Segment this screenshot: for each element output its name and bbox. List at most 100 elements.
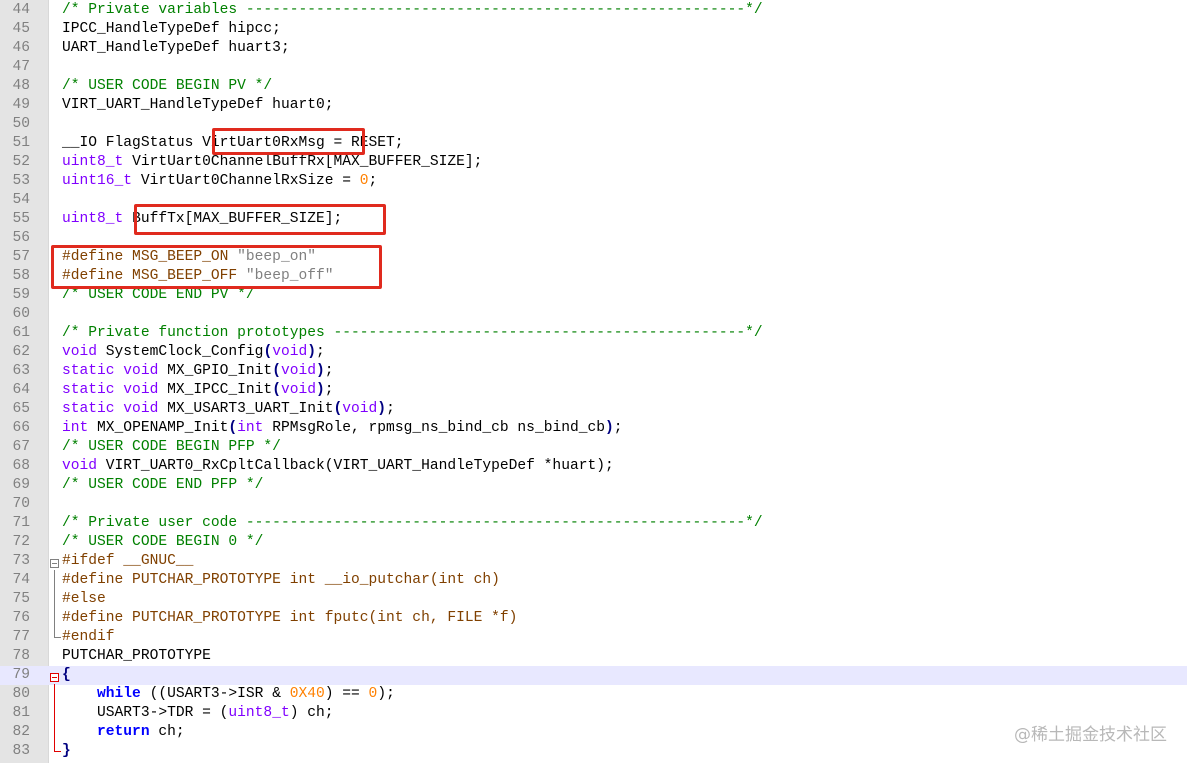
code-text: void VIRT_UART0_RxCpltCallback(VIRT_UART… bbox=[62, 458, 614, 474]
code-text: IPCC_HandleTypeDef hipcc; bbox=[62, 21, 281, 37]
code-line[interactable]: 64 static void MX_IPCC_Init(void); bbox=[0, 381, 1187, 400]
code-line[interactable]: 80 while ((USART3->ISR & 0X40) == 0); bbox=[0, 685, 1187, 704]
code-line[interactable]: 69 /* USER CODE END PFP */ bbox=[0, 476, 1187, 495]
line-number: 64 bbox=[12, 382, 30, 398]
line-number: 67 bbox=[12, 439, 30, 455]
watermark-text: @稀土掘金技术社区 bbox=[1014, 725, 1167, 745]
line-number: 78 bbox=[12, 648, 30, 664]
code-line[interactable]: 75 #else bbox=[0, 590, 1187, 609]
fold-end-marker bbox=[54, 637, 61, 638]
code-line[interactable]: 50 bbox=[0, 115, 1187, 134]
code-text: __IO FlagStatus VirtUart0RxMsg = RESET; bbox=[62, 135, 404, 151]
code-line[interactable]: 73 #ifdef __GNUC__ bbox=[0, 552, 1187, 571]
line-number: 65 bbox=[12, 401, 30, 417]
code-line[interactable]: 67 /* USER CODE BEGIN PFP */ bbox=[0, 438, 1187, 457]
code-line[interactable]: 83} bbox=[0, 742, 1187, 761]
line-number: 59 bbox=[12, 287, 30, 303]
code-line[interactable]: 82 return ch; bbox=[0, 723, 1187, 742]
code-line[interactable]: 60 bbox=[0, 305, 1187, 324]
code-text: static void MX_IPCC_Init(void); bbox=[62, 382, 334, 398]
code-text: #define MSG_BEEP_ON "beep_on" bbox=[62, 249, 316, 265]
code-line[interactable]: 53 uint16_t VirtUart0ChannelRxSize = 0; bbox=[0, 172, 1187, 191]
line-number: 60 bbox=[12, 306, 30, 322]
code-line[interactable]: 47 bbox=[0, 58, 1187, 77]
code-line[interactable]: 57 #define MSG_BEEP_ON "beep_on" bbox=[0, 248, 1187, 267]
code-text: #else bbox=[62, 591, 106, 607]
code-text: uint8_t BuffTx[MAX_BUFFER_SIZE]; bbox=[62, 211, 343, 227]
line-number: 79 bbox=[12, 667, 30, 683]
code-text: static void MX_USART3_UART_Init(void); bbox=[62, 401, 395, 417]
code-text: /* USER CODE BEGIN 0 */ bbox=[62, 534, 264, 550]
fold-toggle-icon[interactable] bbox=[50, 673, 59, 682]
code-line[interactable]: 65 static void MX_USART3_UART_Init(void); bbox=[0, 400, 1187, 419]
code-line[interactable]: 55 uint8_t BuffTx[MAX_BUFFER_SIZE]; bbox=[0, 210, 1187, 229]
code-text: /* USER CODE END PFP */ bbox=[62, 477, 264, 493]
code-line[interactable]: 66 int MX_OPENAMP_Init(int RPMsgRole, rpm… bbox=[0, 419, 1187, 438]
code-line[interactable]: 70 bbox=[0, 495, 1187, 514]
line-number: 57 bbox=[12, 249, 30, 265]
line-number: 66 bbox=[12, 420, 30, 436]
code-line[interactable]: 71 /* Private user code -----------------… bbox=[0, 514, 1187, 533]
line-number: 49 bbox=[12, 97, 30, 113]
line-number: 55 bbox=[12, 211, 30, 227]
line-number: 51 bbox=[12, 135, 30, 151]
line-number: 70 bbox=[12, 496, 30, 512]
code-text: } bbox=[62, 743, 71, 759]
code-line[interactable]: 46 UART_HandleTypeDef huart3; bbox=[0, 39, 1187, 58]
line-number: 53 bbox=[12, 173, 30, 189]
line-number: 73 bbox=[12, 553, 30, 569]
code-line[interactable]: 51 __IO FlagStatus VirtUart0RxMsg = RESET… bbox=[0, 134, 1187, 153]
code-line[interactable]: 81 USART3->TDR = (uint8_t) ch; bbox=[0, 704, 1187, 723]
code-text: /* USER CODE END PV */ bbox=[62, 287, 255, 303]
line-number: 69 bbox=[12, 477, 30, 493]
code-text: return ch; bbox=[97, 724, 185, 740]
code-line[interactable]: 56 bbox=[0, 229, 1187, 248]
code-line[interactable]: 54 bbox=[0, 191, 1187, 210]
code-line[interactable]: 62 void SystemClock_Config(void); bbox=[0, 343, 1187, 362]
code-line[interactable]: 59 /* USER CODE END PV */ bbox=[0, 286, 1187, 305]
line-number: 45 bbox=[12, 21, 30, 37]
code-line[interactable]: 44 /* Private variables -----------------… bbox=[0, 1, 1187, 20]
code-text: { bbox=[62, 667, 71, 683]
line-number: 80 bbox=[12, 686, 30, 702]
code-line[interactable]: 78 PUTCHAR_PROTOTYPE bbox=[0, 647, 1187, 666]
code-line[interactable]: 77 #endif bbox=[0, 628, 1187, 647]
line-number: 44 bbox=[12, 2, 30, 18]
fold-toggle-icon[interactable] bbox=[50, 559, 59, 568]
code-text: UART_HandleTypeDef huart3; bbox=[62, 40, 290, 56]
code-line[interactable]: 72 /* USER CODE BEGIN 0 */ bbox=[0, 533, 1187, 552]
code-line[interactable]: 76 #define PUTCHAR_PROTOTYPE int fputc(in… bbox=[0, 609, 1187, 628]
fold-end-marker bbox=[54, 751, 61, 752]
line-number: 47 bbox=[12, 59, 30, 75]
code-line[interactable]: 68 void VIRT_UART0_RxCpltCallback(VIRT_UA… bbox=[0, 457, 1187, 476]
line-number: 76 bbox=[12, 610, 30, 626]
code-line[interactable]: 74 #define PUTCHAR_PROTOTYPE int __io_put… bbox=[0, 571, 1187, 590]
code-line[interactable]: 63 static void MX_GPIO_Init(void); bbox=[0, 362, 1187, 381]
code-text: uint8_t VirtUart0ChannelBuffRx[MAX_BUFFE… bbox=[62, 154, 483, 170]
code-text: USART3->TDR = (uint8_t) ch; bbox=[62, 705, 334, 721]
line-number: 72 bbox=[12, 534, 30, 550]
line-number: 71 bbox=[12, 515, 30, 531]
code-line[interactable]: 45 IPCC_HandleTypeDef hipcc; bbox=[0, 20, 1187, 39]
code-text: /* Private variables -------------------… bbox=[62, 2, 763, 18]
line-number: 68 bbox=[12, 458, 30, 474]
code-text: #define MSG_BEEP_OFF "beep_off" bbox=[62, 268, 334, 284]
code-line[interactable]: 49 VIRT_UART_HandleTypeDef huart0; bbox=[0, 96, 1187, 115]
line-number: 54 bbox=[12, 192, 30, 208]
code-text: PUTCHAR_PROTOTYPE bbox=[62, 648, 211, 664]
code-text: #define PUTCHAR_PROTOTYPE int __io_putch… bbox=[62, 572, 500, 588]
code-line[interactable]: 52 uint8_t VirtUart0ChannelBuffRx[MAX_BUF… bbox=[0, 153, 1187, 172]
code-line[interactable]: 79 { bbox=[0, 666, 1187, 685]
line-number: 74 bbox=[12, 572, 30, 588]
code-editor[interactable]: 44 /* Private variables -----------------… bbox=[0, 0, 1187, 763]
code-line[interactable]: 61 /* Private function prototypes -------… bbox=[0, 324, 1187, 343]
line-number: 63 bbox=[12, 363, 30, 379]
code-text: VIRT_UART_HandleTypeDef huart0; bbox=[62, 97, 334, 113]
line-number: 50 bbox=[12, 116, 30, 132]
code-text: /* USER CODE BEGIN PFP */ bbox=[62, 439, 281, 455]
line-number: 58 bbox=[12, 268, 30, 284]
line-number: 75 bbox=[12, 591, 30, 607]
code-line[interactable]: 58 #define MSG_BEEP_OFF "beep_off" bbox=[0, 267, 1187, 286]
fold-range-line bbox=[54, 570, 55, 637]
code-line[interactable]: 48 /* USER CODE BEGIN PV */ bbox=[0, 77, 1187, 96]
